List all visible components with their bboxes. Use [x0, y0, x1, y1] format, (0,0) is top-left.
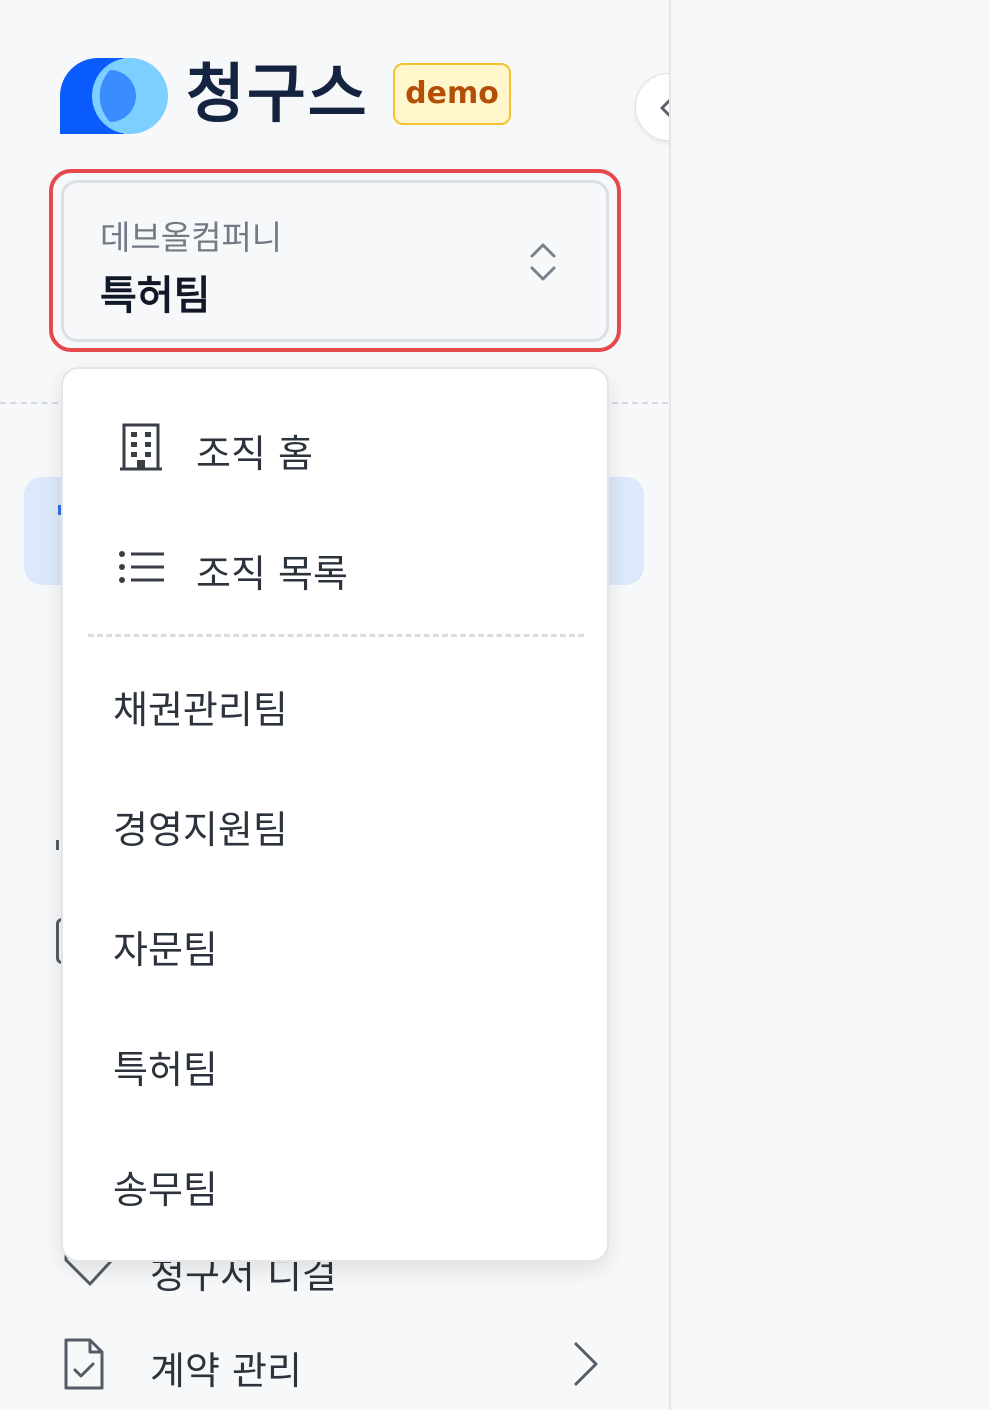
- team-option[interactable]: 자문팀: [113, 919, 218, 974]
- current-team-name: 특허팀: [100, 273, 211, 319]
- menu-divider: [88, 634, 584, 637]
- nav-item-contract[interactable]: 계약 관리: [150, 1340, 302, 1395]
- team-option[interactable]: 채권관리팀: [113, 679, 288, 734]
- divider: [612, 402, 668, 404]
- menu-item-org-home[interactable]: 조직 홈: [63, 399, 607, 499]
- organization-name: 데브올컴퍼니: [100, 218, 283, 257]
- list-icon: [118, 549, 166, 589]
- menu-item-label: 조직 목록: [196, 552, 348, 596]
- chevron-right-icon[interactable]: [568, 1340, 602, 1392]
- building-icon: [118, 421, 164, 477]
- team-dropdown: 조직 홈 조직 목록 채권관리팀 경영지원팀 자문팀 특허팀 송무팀: [61, 367, 609, 1262]
- team-option[interactable]: 특허팀: [113, 1039, 218, 1094]
- chevron-up-down-icon: [528, 239, 558, 289]
- sidebar: 청구스 demo 청구서 디걸 계약 관리 데브올컴퍼니 특허팀 조직 홈 조직…: [0, 0, 703, 1410]
- brand-name: 청구스: [186, 58, 369, 132]
- org-team-switcher[interactable]: 데브올컴퍼니 특허팀: [61, 180, 609, 342]
- demo-badge: demo: [393, 63, 511, 125]
- main-content: [671, 0, 990, 1410]
- menu-item-label: 조직 홈: [196, 432, 313, 476]
- menu-item-org-list[interactable]: 조직 목록: [63, 519, 607, 619]
- brand-logo: [60, 58, 168, 134]
- file-check-icon: [62, 1336, 106, 1396]
- divider: [0, 402, 58, 404]
- team-option[interactable]: 경영지원팀: [113, 799, 288, 854]
- team-option[interactable]: 송무팀: [113, 1159, 218, 1214]
